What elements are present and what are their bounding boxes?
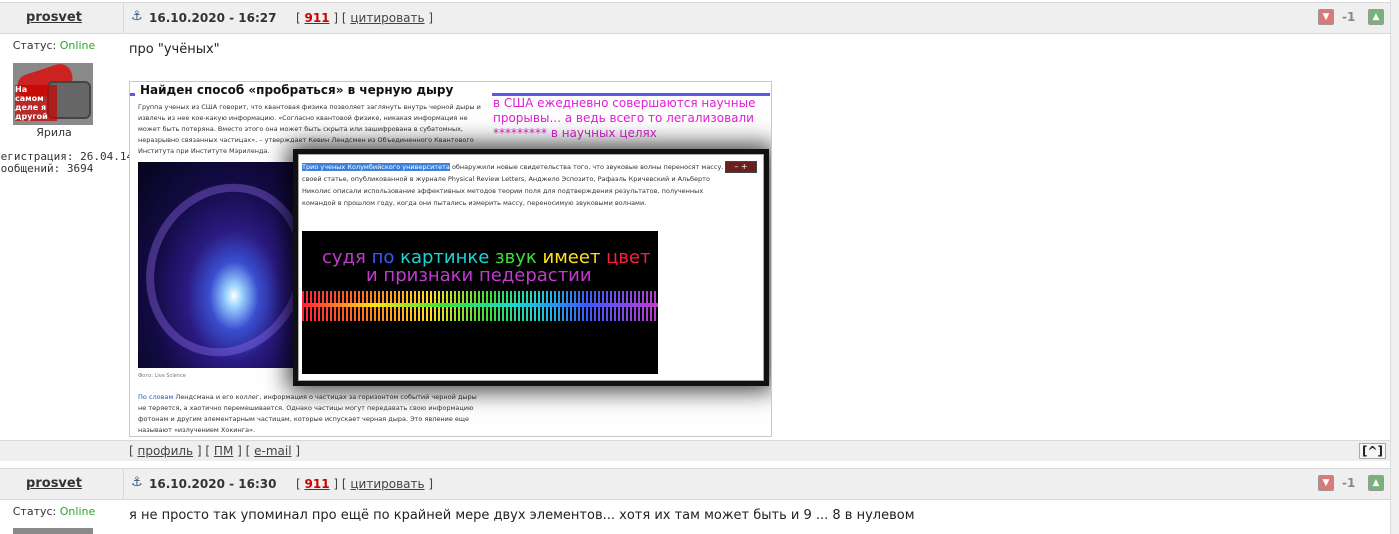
header-divider: [123, 469, 124, 499]
post-footer: [ профиль ] [ ПМ ] [ e-mail ] [^]: [0, 440, 1390, 461]
username-link[interactable]: prosvet: [0, 476, 108, 491]
sound-word: :): [656, 247, 658, 268]
popup-buttons: – +: [725, 161, 757, 173]
user-status: Статус: Online: [0, 505, 108, 518]
popup-text: Трио ученых Колумбийского университета о…: [302, 161, 732, 209]
thumbs-down-icon[interactable]: ▼: [1318, 475, 1334, 491]
vote-count: -1: [1342, 476, 1356, 490]
thumbs-up-icon[interactable]: ▲: [1368, 475, 1384, 491]
status-label: Статус:: [12, 39, 57, 52]
post-message: про "учёных": [129, 42, 220, 57]
post-number-link[interactable]: 911: [305, 11, 330, 25]
article-link: По словам: [138, 393, 174, 401]
anchor-icon[interactable]: ⚓: [131, 9, 143, 24]
user-sidebar: Статус: Online На самом деле я другой Яр…: [0, 33, 133, 441]
title-line-left: [130, 93, 135, 96]
quote-link[interactable]: цитировать: [350, 11, 424, 25]
avatar-text: На самом деле я другой: [15, 85, 57, 121]
pink-caption: в США ежедневно совершаются научные прор…: [493, 96, 756, 140]
pm-link[interactable]: ПМ: [214, 444, 233, 458]
sound-word: судя: [322, 247, 366, 268]
profile-link[interactable]: профиль: [138, 444, 194, 458]
to-top-button[interactable]: [^]: [1358, 443, 1386, 459]
black-hole-image: [130, 157, 334, 383]
article-paragraph-2: По словам Лендсмана и его коллег, информ…: [138, 392, 483, 436]
scrollbar[interactable]: [1390, 0, 1399, 534]
post-number-link[interactable]: 911: [305, 477, 330, 491]
footer-links: [ профиль ] [ ПМ ] [ e-mail ]: [129, 444, 301, 458]
article-paragraph-1: Группа ученых из США говорит, что кванто…: [138, 103, 481, 155]
sound-caption-line-2: и признаки педерастии: [366, 265, 592, 286]
user-rank: Ярила: [36, 126, 72, 139]
photo-caption: Фото: Live Science: [138, 373, 186, 379]
status-label: Статус:: [12, 505, 57, 518]
article-paragraph-2-text: Лендсмана и его коллег, информация о час…: [138, 393, 477, 434]
embedded-image: Найден способ «пробраться» в черную дыру…: [129, 81, 772, 437]
popup-quote: Трио ученых Колумбийского университета о…: [298, 154, 764, 381]
post-header: prosvet ⚓ 16.10.2020 - 16:27 [ 911 ] [ ц…: [0, 2, 1390, 34]
status-online: Online: [59, 505, 96, 518]
vote-widget: ▼ -1 ▲: [1318, 475, 1384, 493]
thumbs-up-icon[interactable]: ▲: [1368, 9, 1384, 25]
popup-highlight: Трио ученых Колумбийского университета: [302, 163, 450, 171]
vote-widget: ▼ -1 ▲: [1318, 9, 1384, 27]
vote-count: -1: [1342, 10, 1356, 24]
username-link[interactable]: prosvet: [0, 10, 108, 25]
avatar: [13, 528, 93, 534]
thumbs-down-icon[interactable]: ▼: [1318, 9, 1334, 25]
user-status: Статус: Online: [0, 39, 108, 52]
post-meta: [ 911 ] [ цитировать ]: [296, 11, 434, 25]
post-header: prosvet ⚓ 16.10.2020 - 16:30 [ 911 ] [ ц…: [0, 468, 1390, 500]
sound-wave-core: [302, 303, 658, 307]
post-date: 16.10.2020 - 16:27: [149, 11, 277, 25]
sound-wave-image: судя по картинке звук имеет цвет :) и пр…: [302, 231, 658, 374]
avatar: На самом деле я другой: [13, 63, 93, 125]
quote-link[interactable]: цитировать: [350, 477, 424, 491]
anchor-icon[interactable]: ⚓: [131, 475, 143, 490]
sound-word: цвет: [606, 247, 651, 268]
post-meta: [ 911 ] [ цитировать ]: [296, 477, 434, 491]
status-online: Online: [59, 39, 96, 52]
header-divider: [123, 3, 124, 33]
post-message: я не просто так упоминал про ещё по край…: [129, 508, 915, 523]
email-link[interactable]: e-mail: [254, 444, 291, 458]
post-date: 16.10.2020 - 16:30: [149, 477, 277, 491]
user-messages: Сообщений: 3694: [0, 162, 94, 175]
article-title: Найден способ «пробраться» в черную дыру: [140, 83, 454, 97]
